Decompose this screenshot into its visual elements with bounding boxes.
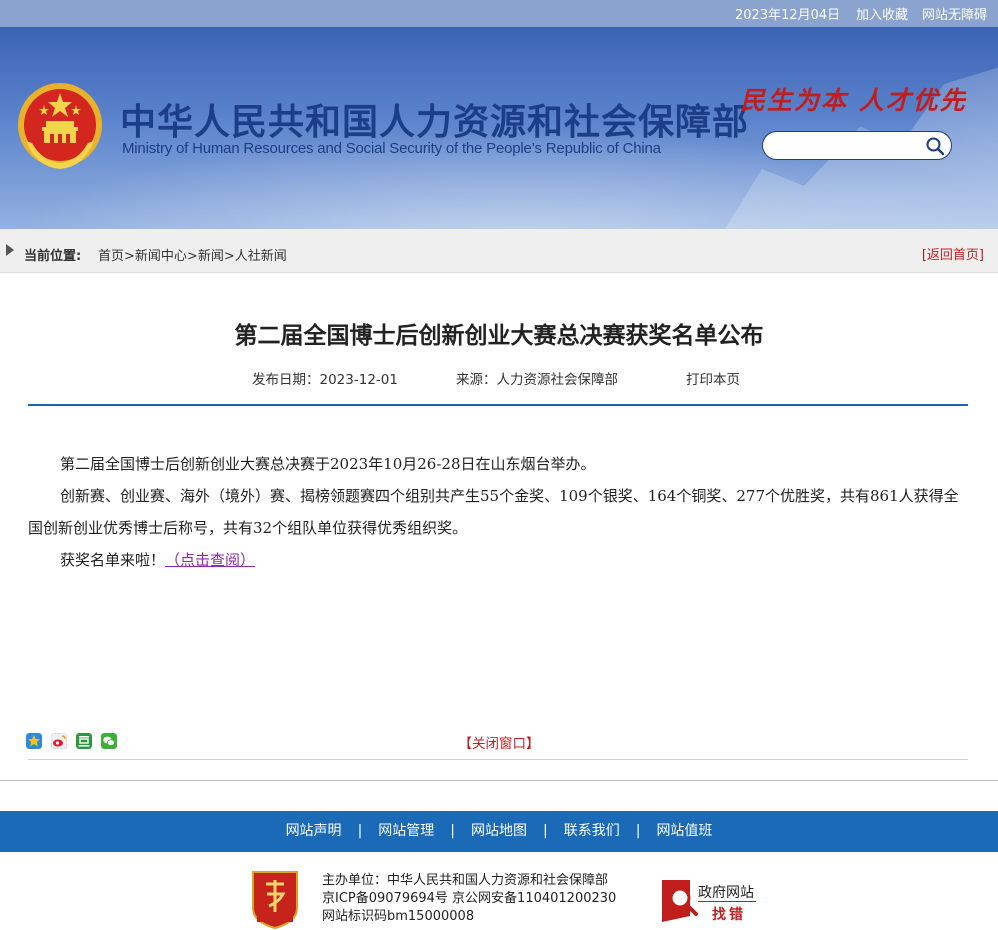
national-emblem-icon [18,83,102,169]
breadcrumb-label: 当前位置: [24,249,82,264]
party-govt-badge-icon[interactable] [249,868,301,930]
breadcrumb-news-center[interactable]: >新闻中心 [124,249,187,264]
close-window: 【关闭窗口】 [0,732,998,752]
report-error-title: 政府网站 [698,885,754,901]
paragraph-2: 创新赛、创业赛、海外（境外）赛、揭榜领题赛四个组别共产生55个金奖、109个银奖… [28,487,959,537]
back-home-link[interactable]: [返回首页] [922,244,984,263]
ministry-en-title: Ministry of Human Resources and Social S… [122,140,661,157]
breadcrumb-home[interactable]: 首页 [98,249,124,264]
footer-nav: 网站声明 | 网站管理 | 网站地图 | 联系我们 | 网站值班 [0,811,998,852]
page-divider [0,780,998,781]
paragraph-3-text: 获奖名单来啦！ [60,551,166,569]
footer-link-contact[interactable]: 联系我们 [564,823,620,839]
report-error-label: 找错 [712,907,746,923]
header-banner: 中华人民共和国人力资源和社会保障部 Ministry of Human Reso… [0,27,998,229]
footer-separator: | [357,823,363,839]
search-box [762,131,952,160]
article-body: 第二届全国博士后创新创业大赛总决赛于2023年10月26-28日在山东烟台举办。… [28,448,968,576]
search-icon[interactable] [925,136,945,156]
footer-link-management[interactable]: 网站管理 [378,823,434,839]
current-date: 2023年12月04日 [735,8,841,23]
icp-record: 京ICP备09079694号 京公网安备110401200230 [322,891,617,906]
breadcrumb-hrss-news[interactable]: >人社新闻 [224,249,287,264]
article-source: 来源：人力资源社会保障部 [456,372,618,388]
content-divider [28,759,968,760]
publish-date: 发布日期：2023-12-01 [252,372,398,388]
breadcrumb-news[interactable]: >新闻 [187,249,224,264]
footer-separator: | [635,823,641,839]
accessibility-link[interactable]: 网站无障碍 [922,4,987,23]
footer-info: 主办单位：中华人民共和国人力资源和社会保障部 京ICP备09079694号 京公… [322,872,616,926]
print-link[interactable]: 打印本页 [686,368,740,388]
paragraph-1: 第二届全国博士后创新创业大赛总决赛于2023年10月26-28日在山东烟台举办。 [60,455,596,473]
site-id: 网站标识码bm15000008 [322,909,475,924]
search-input[interactable] [773,136,923,156]
close-window-link[interactable]: 【关闭窗口】 [459,736,540,752]
breadcrumb-path: 首页>新闻中心>新闻>人社新闻 [98,245,287,264]
add-favorite-link[interactable]: 加入收藏 [856,4,908,23]
footer-link-duty[interactable]: 网站值班 [656,823,712,839]
host-unit: 主办单位：中华人民共和国人力资源和社会保障部 [322,873,609,888]
paragraph-3: 获奖名单来啦！（点击查阅） [28,544,968,576]
top-bar: 2023年12月04日 加入收藏 网站无障碍 [0,0,998,27]
breadcrumb: 当前位置: 首页>新闻中心>新闻>人社新闻 [返回首页] [0,229,998,273]
footer-separator: | [543,823,548,839]
report-error-button[interactable]: 政府网站 找错 [660,876,760,924]
slogan: 民生为本 人才优先 [740,86,967,115]
title-divider [28,404,968,406]
ministry-cn-title: 中华人民共和国人力资源和社会保障部 [120,102,750,143]
article-title: 第二届全国博士后创新创业大赛总决赛获奖名单公布 [234,323,764,349]
breadcrumb-arrow-icon [6,244,14,256]
footer-link-statement[interactable]: 网站声明 [286,823,342,839]
report-error-divider [698,901,756,902]
view-list-link[interactable]: （点击查阅） [165,551,255,569]
footer-link-sitemap[interactable]: 网站地图 [471,823,527,839]
magnifier-icon [662,880,698,922]
footer-separator: | [450,823,455,839]
